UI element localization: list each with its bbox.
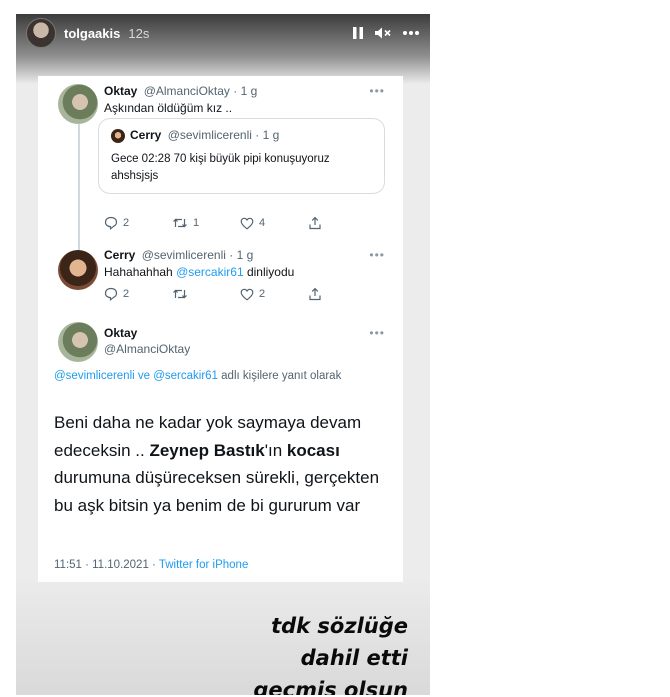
tweet-actions: 2 2 [104, 287, 376, 301]
tweet-handle[interactable]: @AlmanciOktay [104, 342, 190, 356]
retweet-button[interactable] [172, 287, 240, 301]
quoted-time: · 1 g [255, 128, 280, 142]
tweet-author-name[interactable]: Cerry [104, 248, 135, 262]
reply-button[interactable]: 2 [104, 287, 172, 301]
tweet-header: Oktay @AlmanciOktay · 1 g [104, 84, 257, 98]
retweet-icon [172, 216, 188, 230]
tweet-text: Beni daha ne kadar yok saymaya devam ede… [54, 409, 389, 519]
retweet-count: 1 [193, 217, 200, 229]
avatar[interactable] [58, 250, 98, 290]
tweet-text-bold: kocası [286, 440, 340, 460]
share-button[interactable] [308, 287, 376, 301]
tweet-text-start: Hahahahhah [104, 265, 177, 279]
caption-line: tdk sözlüğe [271, 614, 408, 638]
tweet-handle[interactable]: @sevimlicerenli [142, 248, 226, 262]
reply-mentions[interactable]: @sevimlicerenli ve @sercakir61 [54, 370, 218, 382]
like-count: 4 [259, 217, 266, 229]
more-icon[interactable]: ••• [369, 326, 385, 340]
reply-suffix: adlı kişilere yanıt olarak [217, 370, 342, 382]
tweet-header: Cerry @sevimlicerenli · 1 g [104, 248, 253, 262]
tweet-source-link[interactable]: Twitter for iPhone [159, 559, 248, 571]
tweet-text-part: durumuna düşüreceksen sürekli, gerçekten… [54, 468, 380, 515]
heart-icon [240, 217, 254, 230]
story-time-ago: 12s [128, 25, 150, 41]
mute-icon[interactable] [374, 26, 392, 40]
story-username[interactable]: tolgaakis [64, 26, 120, 41]
retweet-icon [172, 287, 188, 301]
timestamp-text[interactable]: 11:51 · 11.10.2021 · [54, 559, 159, 571]
retweet-button[interactable]: 1 [172, 216, 240, 230]
quoted-tweet-header: Cerry @sevimlicerenli · 1 g [130, 128, 279, 142]
caption-line: geçmiş olsun [253, 678, 408, 695]
reply-button[interactable]: 2 [104, 216, 172, 230]
story-header: tolgaakis 12s [16, 14, 430, 52]
thread-line [78, 124, 80, 252]
reply-context: @sevimlicerenli ve @sercakir61 adlı kişi… [54, 368, 354, 385]
tweet-time: · 1 g [233, 84, 258, 98]
tweet-handle[interactable]: @AlmanciOktay [144, 84, 230, 98]
quoted-tweet[interactable]: Cerry @sevimlicerenli · 1 g Gece 02:28 7… [98, 118, 385, 194]
tweet-text-part: 'ın [264, 440, 287, 460]
tweet-author-name[interactable]: Oktay [104, 84, 137, 98]
avatar[interactable] [26, 18, 56, 48]
tweet-time: · 1 g [229, 248, 254, 262]
tweet-screenshot: Oktay @AlmanciOktay · 1 g ••• Aşkından ö… [38, 76, 403, 582]
tweet-timestamp: 11:51 · 11.10.2021 · Twitter for iPhone [54, 559, 248, 571]
caption-line: dahil etti [300, 646, 408, 670]
avatar[interactable] [58, 84, 98, 124]
more-icon[interactable]: ••• [369, 248, 385, 262]
like-button[interactable]: 2 [240, 288, 308, 301]
reply-icon [104, 216, 118, 230]
reply-count: 2 [123, 217, 130, 229]
like-button[interactable]: 4 [240, 217, 308, 230]
more-icon[interactable]: ••• [369, 84, 385, 98]
story-frame: tolgaakis 12s Oktay @AlmanciOktay · 1 g … [16, 14, 430, 695]
avatar[interactable] [58, 322, 98, 362]
reply-icon [104, 287, 118, 301]
tweet-actions: 2 1 4 [104, 216, 376, 230]
tweet-text: Aşkından öldüğüm kız .. [104, 101, 233, 115]
quoted-handle: @sevimlicerenli [167, 128, 252, 142]
mention-link[interactable]: @sercakir61 [176, 265, 244, 279]
story-controls [352, 26, 420, 40]
story-caption: tdk sözlüğe dahil etti geçmiş olsun [253, 610, 408, 695]
tweet-text-bold: Zeynep Bastık [149, 440, 265, 460]
share-button[interactable] [308, 216, 376, 230]
tweet-author-name[interactable]: Oktay [104, 326, 140, 340]
more-icon[interactable] [402, 30, 420, 36]
share-icon [308, 287, 322, 301]
avatar [111, 129, 125, 143]
like-count: 2 [259, 288, 266, 300]
quoted-author-name: Cerry [130, 128, 162, 142]
tweet-text: Hahahahhah @sercakir61 dinliyodu [104, 265, 294, 279]
quoted-tweet-text: Gece 02:28 70 kişi büyük pipi konuşuyoru… [111, 153, 330, 182]
heart-icon [240, 288, 254, 301]
tweet-text-end: dinliyodu [243, 265, 295, 279]
pause-icon[interactable] [352, 26, 364, 40]
reply-count: 2 [123, 288, 130, 300]
main-author-name: Oktay [104, 326, 138, 340]
share-icon [308, 216, 322, 230]
